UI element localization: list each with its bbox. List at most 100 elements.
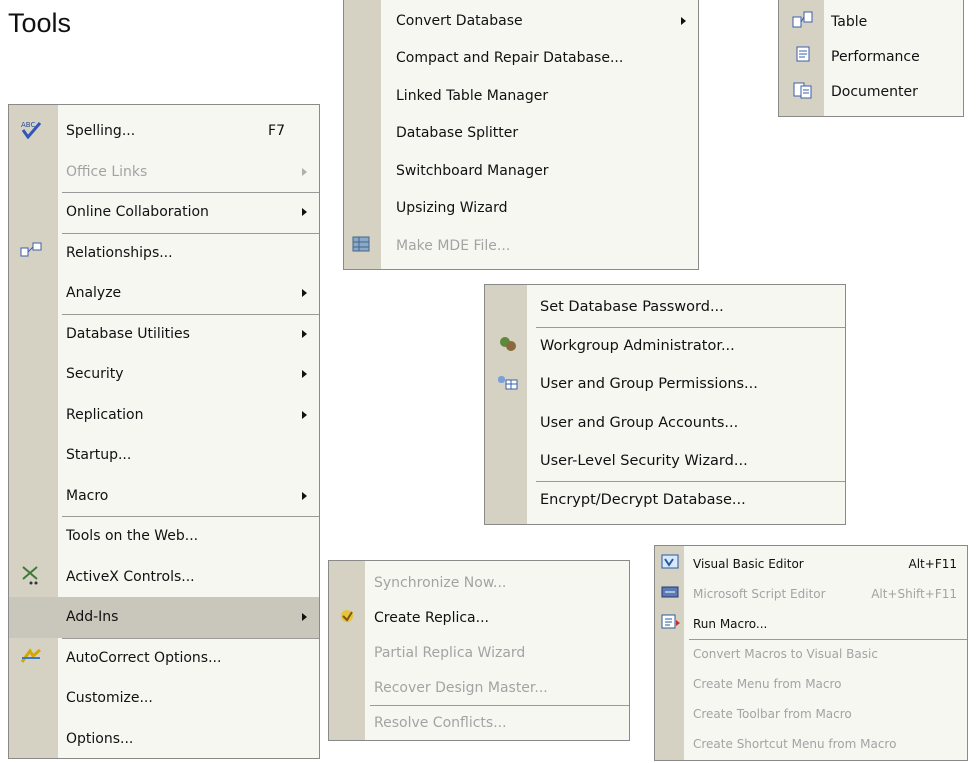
analyze-item-documenter[interactable]: Documenter [779, 74, 963, 109]
menu-item-label: Create Menu from Macro [693, 677, 842, 691]
menu-item-label: Database Utilities [66, 325, 190, 342]
menu-item-label: Upsizing Wizard [396, 200, 508, 217]
macro-item-microsoft-script-editor[interactable]: Microsoft Script Editor Alt+Shift+F11 [655, 579, 967, 609]
menu-item-label: Database Splitter [396, 125, 519, 142]
activex-icon [20, 564, 42, 590]
menu-item-label: User and Group Accounts... [540, 414, 739, 431]
menu-separator [62, 313, 319, 315]
tools-item-database-utilities[interactable]: Database Utilities [9, 314, 319, 355]
security-item-set-database-password[interactable]: Set Database Password... [485, 288, 845, 327]
analyze-item-performance[interactable]: Performance [779, 39, 963, 74]
menu-item-label: Convert Database [396, 12, 523, 29]
menu-separator [689, 639, 967, 640]
tools-heading: Tools [8, 8, 72, 38]
menu-item-label: Replication [66, 406, 144, 423]
submenu-arrow-icon [302, 491, 307, 500]
tools-item-office-links[interactable]: Office Links [9, 152, 319, 193]
menu-separator [536, 480, 845, 482]
menu-item-label: Relationships... [66, 244, 173, 261]
tools-item-autocorrect-options[interactable]: AutoCorrect Options... [9, 638, 319, 679]
menu-item-label: Options... [66, 730, 134, 747]
dbutil-item-linked-table-manager[interactable]: Linked Table Manager [344, 77, 698, 115]
permissions-icon [497, 373, 519, 395]
security-item-user-and-group-accounts[interactable]: User and Group Accounts... [485, 404, 845, 443]
database-utilities-menu: Convert Database Compact and Repair Datab… [343, 0, 699, 270]
vb-editor-icon [660, 553, 682, 575]
make-mde-icon [351, 234, 373, 258]
replication-item-resolve-conflicts[interactable]: Resolve Conflicts... [329, 705, 629, 740]
replication-menu: Synchronize Now... Create Replica... Parti… [328, 560, 630, 741]
replication-item-create-replica[interactable]: Create Replica... [329, 600, 629, 635]
dbutil-item-convert-database[interactable]: Convert Database [344, 2, 698, 40]
tools-item-analyze[interactable]: Analyze [9, 273, 319, 314]
submenu-arrow-icon [302, 208, 307, 217]
tools-item-customize[interactable]: Customize... [9, 678, 319, 719]
menu-separator [62, 516, 319, 517]
macro-item-convert-macros-to-visual-basic[interactable]: Convert Macros to Visual Basic [655, 639, 967, 669]
dbutil-item-make-mde-file[interactable]: Make MDE File... [344, 227, 698, 265]
security-menu: Set Database Password... Workgroup Admini… [484, 284, 846, 525]
script-editor-icon [660, 583, 682, 605]
table-analyze-icon [792, 11, 814, 33]
menu-item-label: Visual Basic Editor [693, 557, 804, 571]
menu-separator [536, 326, 845, 328]
menu-item-label: Run Macro... [693, 617, 768, 631]
menu-item-label: Linked Table Manager [396, 87, 549, 104]
replication-item-partial-replica-wizard[interactable]: Partial Replica Wizard [329, 635, 629, 670]
submenu-arrow-icon [302, 329, 307, 338]
replication-item-recover-design-master[interactable]: Recover Design Master... [329, 670, 629, 705]
submenu-arrow-icon [302, 370, 307, 379]
menu-separator [62, 637, 319, 639]
create-replica-icon [337, 607, 359, 629]
tools-item-relationships[interactable]: Relationships... [9, 233, 319, 274]
tools-menu: ABC Spelling... F7 Office Links Online Colla… [8, 104, 320, 759]
menu-item-label: Macro [66, 487, 109, 504]
macro-item-create-menu-from-macro[interactable]: Create Menu from Macro [655, 669, 967, 699]
documenter-icon [792, 81, 814, 103]
tools-item-tools-on-the-web[interactable]: Tools on the Web... [9, 516, 319, 557]
security-item-encrypt-decrypt-database[interactable]: Encrypt/Decrypt Database... [485, 481, 845, 520]
menu-item-label: Documenter [831, 83, 918, 100]
dbutil-item-database-splitter[interactable]: Database Splitter [344, 115, 698, 153]
security-item-workgroup-administrator[interactable]: Workgroup Administrator... [485, 327, 845, 366]
tools-item-replication[interactable]: Replication [9, 395, 319, 436]
tools-item-spelling[interactable]: ABC Spelling... F7 [9, 111, 319, 152]
menu-item-label: Microsoft Script Editor [693, 587, 826, 601]
menu-item-label: Security [66, 366, 124, 383]
macro-item-visual-basic-editor[interactable]: Visual Basic Editor Alt+F11 [655, 549, 967, 579]
performance-icon [792, 46, 814, 68]
shortcut-label: Alt+Shift+F11 [871, 587, 957, 601]
replication-item-synchronize-now[interactable]: Synchronize Now... [329, 565, 629, 600]
analyze-item-table[interactable]: Table [779, 4, 963, 39]
tools-item-startup[interactable]: Startup... [9, 435, 319, 476]
menu-item-label: Partial Replica Wizard [374, 644, 526, 661]
menu-item-label: Make MDE File... [396, 237, 511, 254]
menu-item-label: AutoCorrect Options... [66, 649, 222, 666]
macro-item-run-macro[interactable]: Run Macro... [655, 609, 967, 639]
security-item-user-level-security-wizard[interactable]: User-Level Security Wizard... [485, 442, 845, 481]
tools-item-security[interactable]: Security [9, 354, 319, 395]
dbutil-item-compact-and-repair-database[interactable]: Compact and Repair Database... [344, 40, 698, 78]
menu-item-label: Table [831, 13, 868, 30]
menu-item-label: Encrypt/Decrypt Database... [540, 491, 746, 508]
macro-menu: Visual Basic Editor Alt+F11 Microsoft Scri… [654, 545, 968, 761]
dbutil-item-switchboard-manager[interactable]: Switchboard Manager [344, 152, 698, 190]
tools-item-online-collaboration[interactable]: Online Collaboration [9, 192, 319, 233]
security-item-user-and-group-permissions[interactable]: User and Group Permissions... [485, 365, 845, 404]
submenu-arrow-icon [681, 16, 686, 25]
tools-item-options[interactable]: Options... [9, 719, 319, 759]
menu-item-label: Customize... [66, 690, 153, 707]
menu-item-label: Create Shortcut Menu from Macro [693, 737, 897, 751]
dbutil-item-upsizing-wizard[interactable]: Upsizing Wizard [344, 190, 698, 228]
macro-item-create-toolbar-from-macro[interactable]: Create Toolbar from Macro [655, 699, 967, 729]
menu-item-label: Resolve Conflicts... [374, 714, 507, 731]
menu-item-label: ActiveX Controls... [66, 568, 195, 585]
tools-item-macro[interactable]: Macro [9, 476, 319, 517]
tools-item-add-ins[interactable]: Add-Ins [9, 597, 319, 638]
menu-item-label: Convert Macros to Visual Basic [693, 647, 878, 661]
menu-item-label: Recover Design Master... [374, 679, 548, 696]
menu-item-label: Spelling... [66, 123, 136, 140]
svg-text:ABC: ABC [21, 121, 35, 129]
tools-item-activex-controls[interactable]: ActiveX Controls... [9, 557, 319, 598]
macro-item-create-shortcut-menu-from-macro[interactable]: Create Shortcut Menu from Macro [655, 729, 967, 759]
